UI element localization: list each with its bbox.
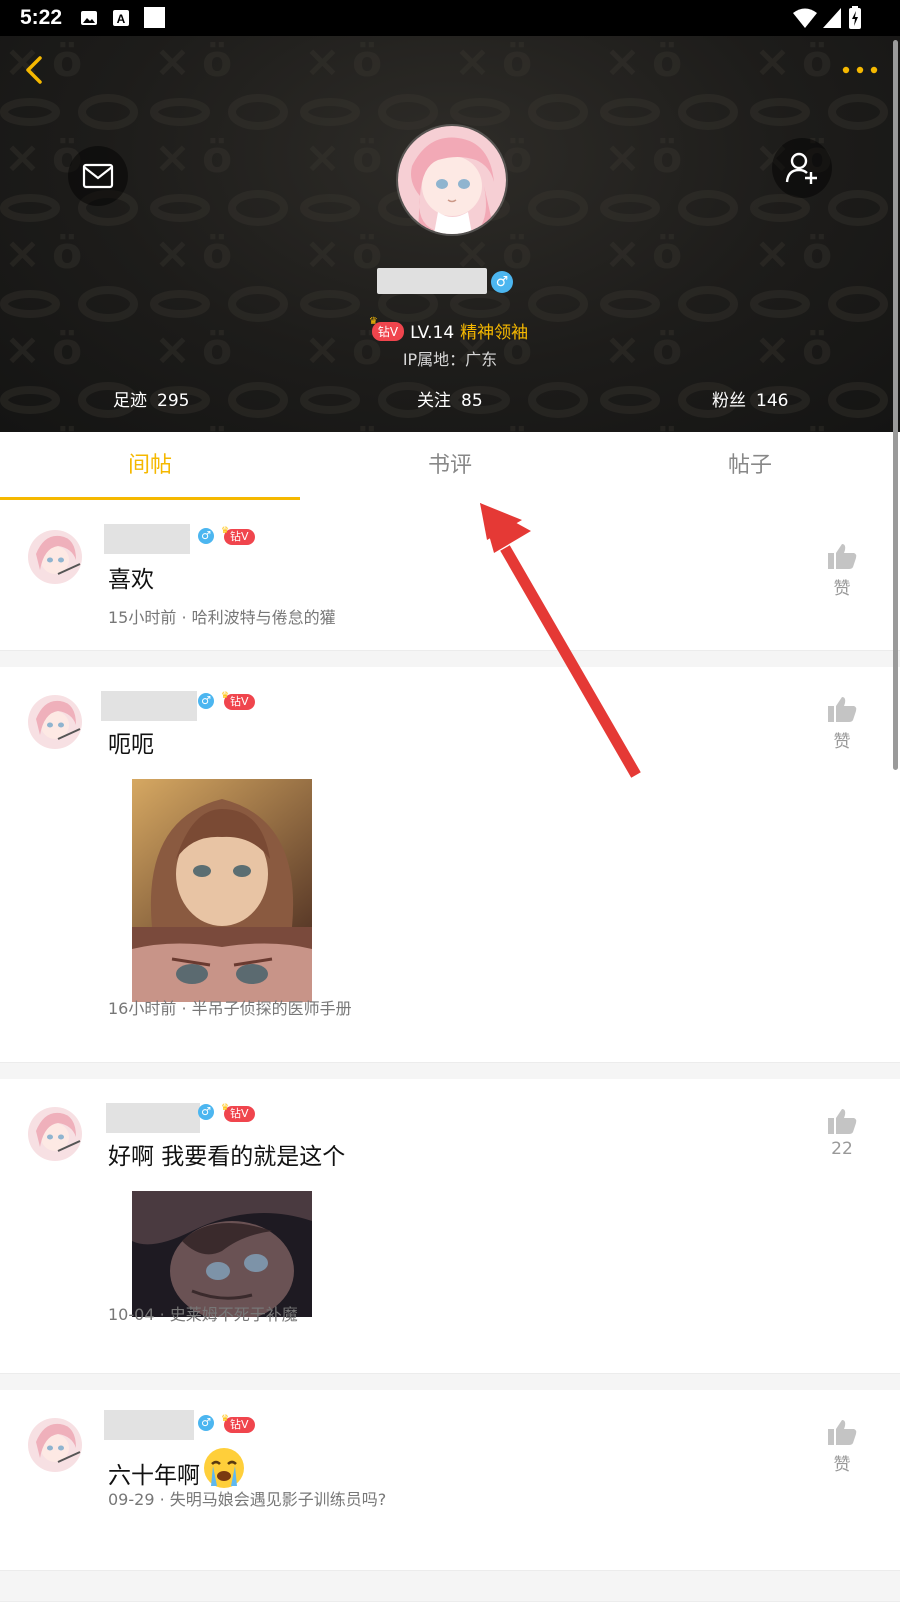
comment-image[interactable] [132,779,312,1002]
image-notification-icon [81,11,97,25]
crown-icon: ♛ [221,526,230,536]
avatar[interactable] [28,1107,82,1161]
divider [0,650,900,668]
battery-charging-icon [849,6,861,29]
thumbs-up-icon [828,544,857,569]
tab-bar: 间帖 书评 帖子 [0,432,900,501]
font-notification-icon: A [113,10,129,26]
user-title: 精神领袖 [460,323,529,343]
back-arrow-icon[interactable] [20,52,50,88]
username-redacted [101,691,197,721]
crown-icon: ♛ [368,316,378,327]
stat-following[interactable]: 关注 85 [417,386,483,411]
username-redacted [104,1410,194,1440]
like-button[interactable]: 赞 [822,695,862,752]
crown-icon: ♛ [221,1103,230,1113]
tab-comments[interactable]: 间帖 [0,432,300,500]
male-gender-icon: ♂ [198,693,214,709]
comment-meta[interactable]: 10-04 · 史莱姆不死于补魔 [108,1301,298,1325]
comment-meta[interactable]: 09-29 · 失明马娘会遇见影子训练员吗? [108,1486,386,1510]
list-item[interactable]: ♂ ♛ 钻V 呃呃 16小时前 · 半吊子侦探的医师手册 赞 [0,667,900,1062]
comment-meta[interactable]: 16小时前 · 半吊子侦探的医师手册 [108,995,352,1019]
male-gender-icon: ♂ [198,1104,214,1120]
avatar[interactable] [28,530,82,584]
divider [0,1570,900,1602]
tab-posts[interactable]: 帖子 [600,432,900,500]
thumbs-up-icon [828,1420,857,1445]
like-button[interactable]: 赞 [822,542,862,599]
divider [0,1373,900,1391]
status-time: 5:22 [20,6,63,29]
avatar[interactable] [28,1418,82,1472]
stat-followers[interactable]: 粉丝 146 [712,386,788,411]
comment-text: 呃呃 [108,732,154,758]
level-row: ♛ 钻V LV.14 精神领袖 [0,316,900,343]
crying-emoji-icon [204,1448,244,1488]
avatar[interactable] [28,695,82,749]
vip-badge: ♛ 钻V [221,1103,255,1122]
vip-badge: ♛ 钻V [221,691,255,710]
male-gender-icon: ♂ [491,271,513,293]
like-button[interactable]: 22 [822,1107,862,1159]
mail-icon [82,163,114,189]
vip-badge: ♛ 钻V [369,316,405,341]
comment-text: 好啊 我要看的就是这个 [108,1144,346,1170]
username-redacted [106,1103,200,1133]
vip-badge: ♛ 钻V [221,526,255,545]
tab-book-reviews[interactable]: 书评 [300,432,600,500]
wifi-icon [793,8,817,28]
list-item[interactable]: ♂ ♛ 钻V 六十年啊 09-29 · 失明马娘会遇见影子训练员吗? 赞 [0,1390,900,1570]
divider [0,1062,900,1080]
ip-location: IP属地：广东 [402,350,498,369]
profile-avatar[interactable] [396,124,508,236]
signal-icon [823,8,841,28]
comment-meta[interactable]: 15小时前 · 哈利波特与倦怠的獾 [108,604,336,628]
thumbs-up-icon [828,697,857,722]
thumbs-up-icon [828,1109,857,1134]
male-gender-icon: ♂ [198,528,214,544]
follow-button[interactable] [772,138,832,198]
like-button[interactable]: 赞 [822,1418,862,1475]
profile-header: × ö ♂ ♛钻VLV.14精神领袖 IP属地：广东 足迹 [0,36,900,432]
user-level: LV.14 [410,323,455,343]
add-user-icon [785,152,817,184]
list-item[interactable]: ♂ ♛ 钻V 喜欢 15小时前 · 哈利波特与倦怠的獾 赞 [0,500,900,650]
male-gender-icon: ♂ [198,1415,214,1431]
scrollbar[interactable] [893,40,898,770]
username-redacted [104,524,190,554]
comment-text: 六十年啊 [108,1463,200,1489]
username-redacted [377,268,487,294]
crown-icon: ♛ [221,1414,230,1424]
crown-icon: ♛ [221,691,230,701]
svg-text:A: A [117,12,126,26]
square-notification-icon [144,7,165,28]
vip-badge: ♛ 钻V [221,1414,255,1433]
stat-footprint[interactable]: 足迹 295 [113,386,189,411]
message-button[interactable] [68,146,128,206]
more-options-icon[interactable] [840,64,880,76]
comment-image[interactable] [132,1191,312,1317]
list-item[interactable]: ♂ ♛ 钻V 好啊 我要看的就是这个 10-04 · 史莱姆不死于补魔 22 [0,1079,900,1373]
comment-text: 喜欢 [108,567,154,593]
comment-text-row: 六十年啊 [108,1446,246,1490]
status-bar: 5:22 A [0,0,900,36]
